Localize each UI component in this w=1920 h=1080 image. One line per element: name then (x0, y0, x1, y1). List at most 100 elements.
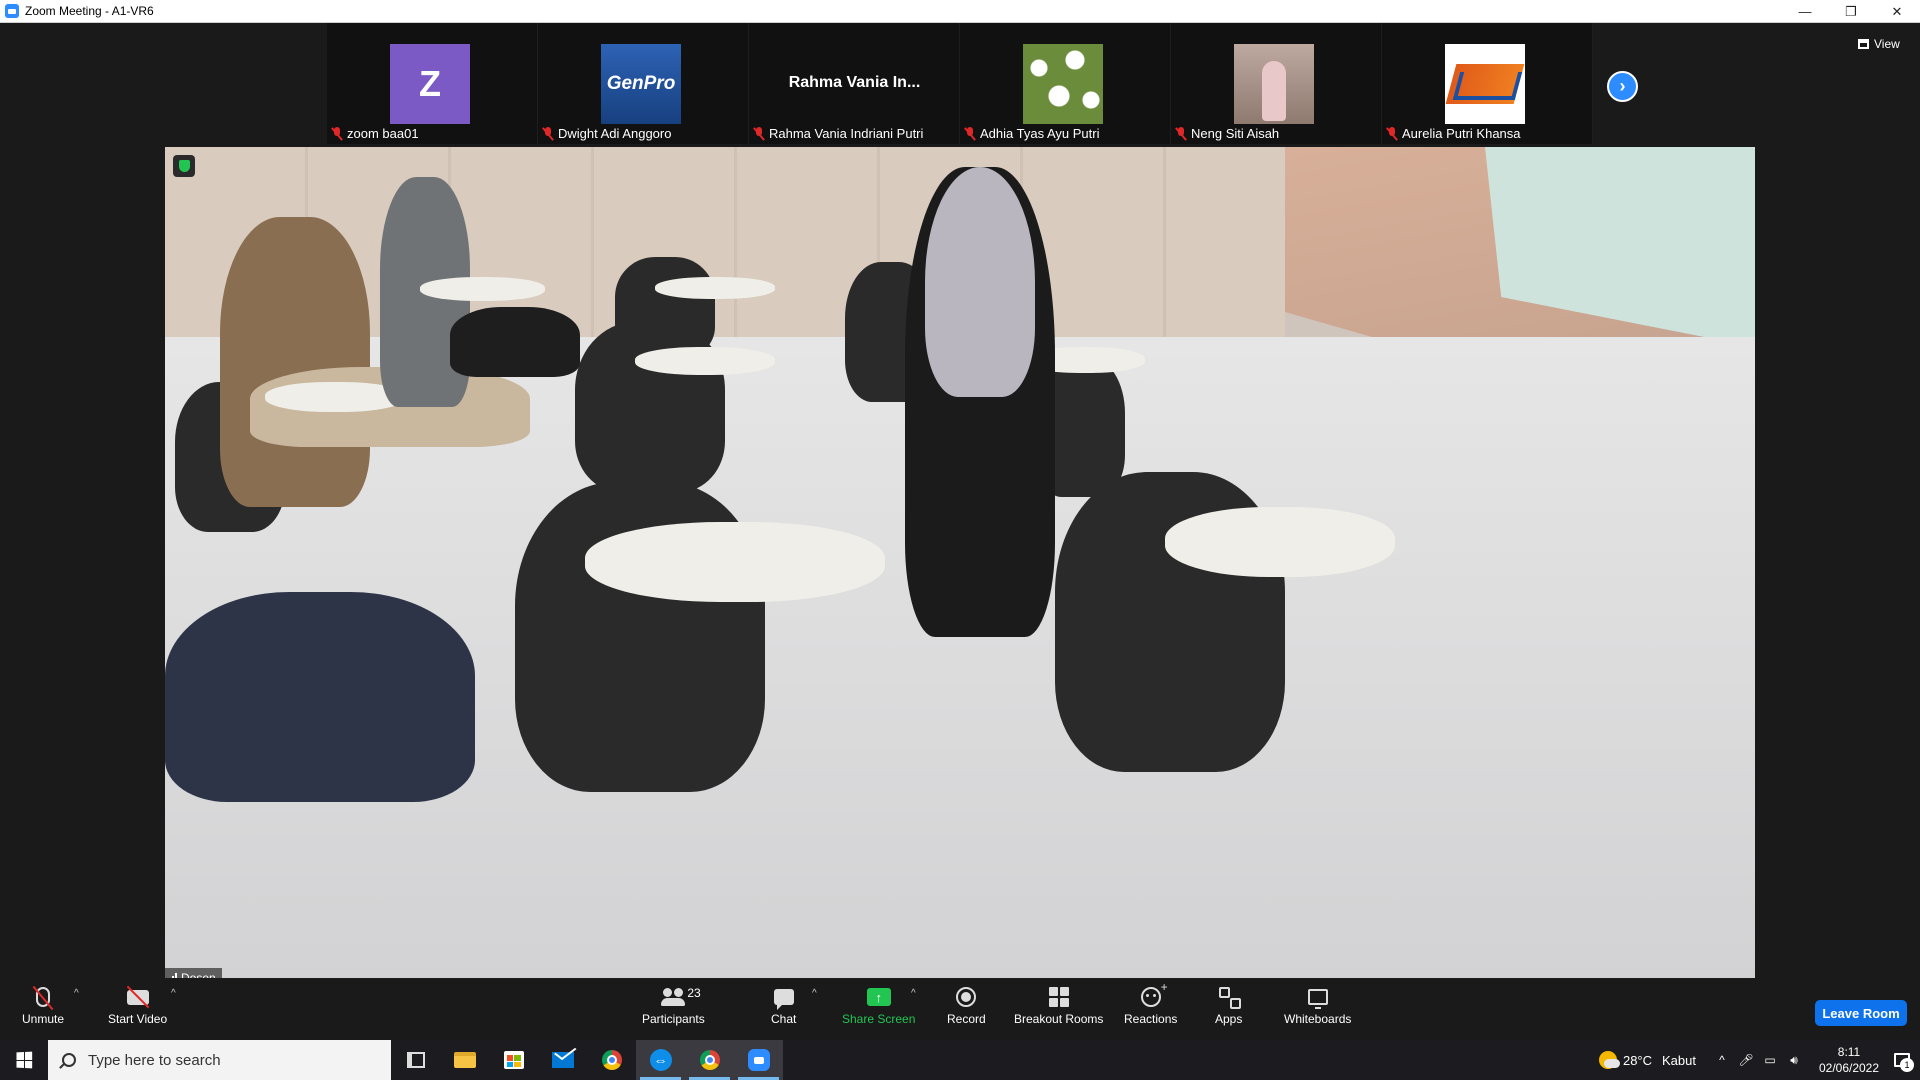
notification-count: 1 (1900, 1058, 1914, 1072)
participant-tile[interactable]: Neng Siti Aisah (1171, 23, 1382, 144)
chrome-profile-button[interactable] (685, 1040, 734, 1080)
task-view-button[interactable] (391, 1040, 440, 1080)
chrome-icon (601, 1050, 622, 1070)
reactions-button[interactable]: Reactions (1124, 980, 1178, 1026)
whiteboard-icon (1307, 989, 1328, 1009)
clock-time: 8:11 (1837, 1045, 1861, 1059)
participant-label: Neng Siti Aisah (1175, 126, 1279, 141)
mail-icon (551, 1052, 574, 1068)
camera-off-icon (126, 989, 149, 1005)
daisy-photo-avatar (1023, 44, 1103, 124)
teamviewer-button[interactable]: ⇔ (636, 1040, 685, 1080)
view-label: View (1874, 37, 1900, 51)
participants-button[interactable]: 23 Participants (642, 982, 705, 1026)
minimize-button[interactable]: — (1782, 0, 1828, 23)
microphone-tray-icon[interactable]: 🎤︎ (1734, 1053, 1758, 1067)
breakout-rooms-icon (1048, 987, 1069, 1007)
tray-chevron-up-icon[interactable]: ^ (1710, 1053, 1734, 1067)
breakout-rooms-button[interactable]: Breakout Rooms (1014, 982, 1103, 1026)
network-icon[interactable]: ▭ (1758, 1053, 1782, 1067)
weather-description[interactable]: Kabut (1662, 1053, 1696, 1068)
taskbar-search-box[interactable]: Type here to search (48, 1040, 391, 1080)
leave-room-button[interactable]: Leave Room (1815, 1000, 1907, 1026)
title-bar: Zoom Meeting - A1-VR6 — ❐ ✕ (0, 0, 1920, 23)
taskbar-clock[interactable]: 8:11 02/06/2022 (1814, 1044, 1884, 1076)
meeting-toolbar: Unmute ^ Start Video ^ 23 Participants C… (0, 978, 1920, 1040)
scene-student-legs (165, 592, 475, 802)
university-logo-avatar (1445, 44, 1525, 124)
participants-icon: 23 (661, 986, 701, 1006)
scene-desk (1165, 507, 1395, 577)
participant-display-name: Rahma Vania In... (788, 74, 921, 91)
mic-muted-icon (1386, 126, 1398, 141)
person-photo-avatar (1234, 44, 1314, 124)
zoom-app-icon (5, 4, 19, 18)
participant-tile[interactable]: Rahma Vania In... Rahma Vania Indriani P… (749, 23, 960, 144)
windows-logo-icon (16, 1051, 33, 1069)
view-button[interactable]: View (1858, 32, 1900, 56)
chat-label: Chat (771, 1012, 797, 1026)
folder-icon (453, 1052, 476, 1068)
share-screen-label: Share Screen (842, 1012, 916, 1026)
letter-avatar: Z (390, 44, 470, 124)
window-title: Zoom Meeting - A1-VR6 (25, 4, 154, 18)
record-icon (956, 987, 977, 1007)
mic-muted-icon (542, 126, 554, 141)
teamviewer-icon: ⇔ (649, 1049, 672, 1071)
security-shield-icon (173, 155, 195, 177)
clock-date: 02/06/2022 (1818, 1061, 1880, 1075)
record-button[interactable]: Record (947, 982, 986, 1026)
zoom-icon (747, 1049, 770, 1071)
reactions-label: Reactions (1124, 1012, 1178, 1026)
close-button[interactable]: ✕ (1874, 0, 1920, 23)
participant-label: zoom baa01 (331, 126, 419, 141)
reactions-smiley-icon (1140, 980, 1168, 1007)
start-video-button[interactable]: Start Video (108, 982, 167, 1026)
mail-button[interactable] (538, 1040, 587, 1080)
active-speaker-video[interactable]: Dosen (165, 147, 1755, 987)
participant-tile[interactable]: Z zoom baa01 (327, 23, 538, 144)
chat-options-caret-icon[interactable]: ^ (812, 988, 817, 999)
audio-options-caret-icon[interactable]: ^ (74, 988, 79, 999)
participant-tile[interactable]: Aurelia Putri Khansa (1382, 23, 1593, 144)
share-options-caret-icon[interactable]: ^ (911, 988, 916, 999)
chevron-right-icon: › (1619, 76, 1626, 96)
zoom-taskbar-button[interactable] (734, 1040, 783, 1080)
whiteboards-button[interactable]: Whiteboards (1284, 982, 1351, 1026)
participant-name: Dwight Adi Anggoro (558, 126, 672, 141)
microphone-muted-icon (36, 987, 51, 1007)
participant-name: Adhia Tyas Ayu Putri (980, 126, 1100, 141)
search-placeholder: Type here to search (88, 1051, 221, 1069)
scene-desk (655, 277, 775, 299)
genpro-logo-avatar: GenPro (601, 44, 681, 124)
windows-taskbar: Type here to search ⇔ 28°C Kabut ^ 🎤︎ ▭ … (0, 1040, 1920, 1080)
participant-label: Aurelia Putri Khansa (1386, 126, 1521, 141)
participant-label: Dwight Adi Anggoro (542, 126, 671, 141)
scene-desk (635, 347, 775, 375)
participant-gallery-strip: Z zoom baa01 GenPro Dwight Adi Anggoro R… (327, 23, 1593, 144)
unmute-button[interactable]: Unmute (22, 982, 64, 1026)
mic-muted-icon (1175, 126, 1187, 141)
scene-desk (585, 522, 885, 602)
apps-label: Apps (1215, 1012, 1243, 1026)
search-icon (62, 1053, 76, 1067)
notification-center-button[interactable]: 1 (1884, 1040, 1920, 1080)
volume-icon[interactable]: 🔊︎ (1782, 1053, 1806, 1068)
participant-tile[interactable]: GenPro Dwight Adi Anggoro (538, 23, 749, 144)
start-video-label: Start Video (108, 1012, 168, 1026)
apps-button[interactable]: Apps (1215, 982, 1242, 1026)
microsoft-store-button[interactable] (489, 1040, 538, 1080)
unmute-label: Unmute (22, 1012, 65, 1026)
participant-tile[interactable]: Adhia Tyas Ayu Putri (960, 23, 1171, 144)
start-button[interactable] (0, 1040, 48, 1080)
share-screen-arrow-icon: ↑ (866, 988, 891, 1006)
next-page-button[interactable]: › (1607, 71, 1638, 102)
share-screen-button[interactable]: ↑ Share Screen (842, 982, 915, 1026)
weather-temperature[interactable]: 28°C (1623, 1053, 1652, 1068)
restore-button[interactable]: ❐ (1828, 0, 1874, 23)
video-options-caret-icon[interactable]: ^ (171, 988, 176, 999)
file-explorer-button[interactable] (440, 1040, 489, 1080)
store-icon (503, 1051, 524, 1069)
chat-button[interactable]: Chat (771, 982, 796, 1026)
chrome-button[interactable] (587, 1040, 636, 1080)
